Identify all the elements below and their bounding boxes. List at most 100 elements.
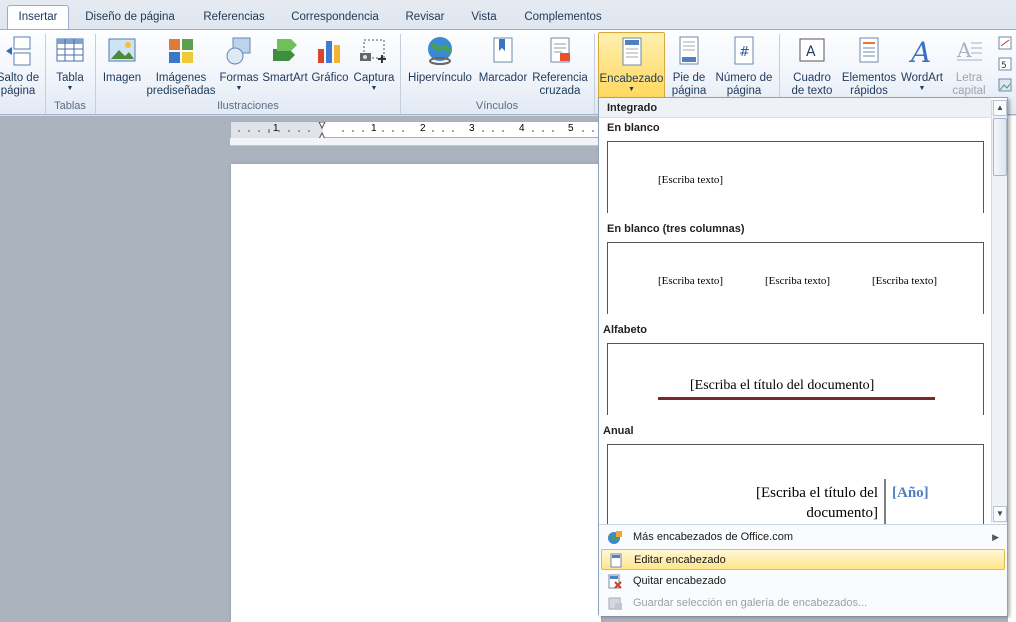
- scroll-down-arrow-icon[interactable]: ▼: [993, 506, 1007, 522]
- header-option-anual[interactable]: [Escriba el título del documento] [Año]: [607, 444, 984, 524]
- gallery-section-title: Anual: [603, 425, 634, 437]
- picture-icon: [106, 35, 138, 67]
- shapes-icon: [223, 35, 255, 67]
- grafico-label: Gráfico: [311, 72, 349, 84]
- referencia-label: Referencia cruzada: [532, 72, 588, 97]
- salto-de-pagina-button[interactable]: Salto de página: [0, 32, 42, 102]
- tab-complementos[interactable]: Complementos: [518, 6, 608, 29]
- marcador-label: Marcador: [478, 72, 528, 84]
- header-option-en-blanco[interactable]: [Escriba texto]: [607, 141, 984, 213]
- wordart-icon: A: [906, 35, 938, 69]
- imagenes-prediseñadas-button[interactable]: Imágenes prediseñadas: [146, 32, 216, 102]
- edit-header-icon: [608, 553, 624, 568]
- save-to-gallery-icon: [607, 596, 623, 611]
- svg-text:A: A: [806, 44, 816, 60]
- horizontal-ruler[interactable]: 1 1 2 3 4 5: [230, 121, 600, 139]
- gallery-section-title: En blanco (tres columnas): [607, 223, 745, 235]
- hipervinculo-button[interactable]: Hipervínculo: [406, 32, 474, 102]
- letra-capital-button[interactable]: A Letra capital: [946, 32, 992, 102]
- pie-de-pagina-button[interactable]: Pie de página: [667, 32, 711, 102]
- captura-button[interactable]: Captura ▼: [351, 32, 397, 102]
- group-separator: [400, 34, 401, 114]
- group-separator: [594, 34, 595, 114]
- wordart-button[interactable]: A WordArt ▼: [898, 32, 946, 102]
- cross-reference-icon: [544, 35, 576, 67]
- page-number-icon: #: [728, 35, 760, 67]
- group-label-tablas: Tablas: [54, 100, 86, 112]
- gallery-section-title: En blanco: [607, 122, 660, 134]
- page-right-edge: [1008, 116, 1016, 622]
- header-commands-menu: Más encabezados de Office.com ▶ Editar e…: [599, 524, 1007, 616]
- tab-diseno-pagina[interactable]: Diseño de página: [78, 6, 182, 29]
- anual-divider: [884, 479, 886, 524]
- scroll-thumb[interactable]: [993, 118, 1007, 176]
- salto-label: Salto de página: [0, 72, 40, 97]
- menu-item-mas-encabezados[interactable]: Más encabezados de Office.com ▶: [601, 527, 1005, 548]
- menu-item-quitar-encabezado[interactable]: Quitar encabezado: [601, 571, 1005, 592]
- placeholder-text: [Escriba texto]: [658, 174, 724, 186]
- cuadro-de-texto-button[interactable]: A Cuadro de texto: [784, 32, 840, 102]
- ruler-number: 4: [519, 123, 525, 134]
- captura-label: Captura: [353, 72, 395, 84]
- svg-text:A: A: [908, 36, 931, 67]
- small-insert-buttons: 5: [996, 34, 1014, 96]
- placeholder-title: [Escriba el título del documento]: [690, 378, 875, 393]
- signature-date-object-icons[interactable]: 5: [996, 34, 1014, 96]
- svg-text:5: 5: [1001, 61, 1007, 71]
- cuadro-label: Cuadro de texto: [791, 72, 833, 97]
- smartart-button[interactable]: SmartArt: [261, 32, 309, 102]
- encabezado-button[interactable]: Encabezado ▼: [598, 32, 665, 100]
- gallery-scrollbar[interactable]: ▲ ▼: [991, 100, 1007, 523]
- tab-correspondencia[interactable]: Correspondencia: [286, 6, 384, 29]
- ruler-ticks: [231, 122, 594, 139]
- submenu-arrow-icon: ▶: [992, 532, 999, 542]
- clip-art-icon: [165, 35, 197, 67]
- svg-text:A: A: [956, 38, 972, 62]
- referencia-cruzada-button[interactable]: Referencia cruzada: [530, 32, 590, 102]
- drop-cap-icon: A: [953, 35, 985, 67]
- placeholder-text: [Escriba texto]: [872, 275, 938, 287]
- imagen-label: Imagen: [102, 72, 142, 84]
- numero-de-pagina-button[interactable]: # Número de página: [713, 32, 775, 102]
- menu-item-editar-encabezado[interactable]: Editar encabezado: [601, 549, 1005, 570]
- menu-label: Editar encabezado: [634, 554, 726, 566]
- tab-referencias[interactable]: Referencias: [196, 6, 272, 29]
- header-icon: [616, 36, 648, 68]
- quick-parts-icon: [853, 35, 885, 67]
- ruler-number: 5: [568, 123, 574, 134]
- header-option-alfabeto[interactable]: [Escriba el título del documento]: [607, 343, 984, 415]
- dropdown-arrow-icon: ▼: [66, 85, 74, 92]
- office-online-icon: [607, 530, 623, 545]
- group-separator: [45, 34, 46, 114]
- document-page[interactable]: [231, 164, 601, 622]
- imagen-button[interactable]: Imagen: [99, 32, 145, 102]
- tabla-button[interactable]: Tabla ▼: [50, 32, 90, 102]
- marcador-button[interactable]: Marcador: [477, 32, 529, 102]
- tab-insertar[interactable]: Insertar: [7, 5, 69, 30]
- placeholder-year: [Año]: [892, 485, 929, 501]
- header-option-tres-columnas[interactable]: [Escriba texto] [Escriba texto] [Escriba…: [607, 242, 984, 314]
- header-gallery-dropdown: Integrado En blanco [Escriba texto] En b…: [598, 97, 1008, 616]
- menu-item-guardar-seleccion[interactable]: Guardar selección en galería de encabeza…: [601, 593, 1005, 614]
- smartart-icon: [269, 35, 301, 67]
- grafico-button[interactable]: Gráfico: [310, 32, 350, 102]
- tab-vista[interactable]: Vista: [464, 6, 504, 29]
- ruler-number: 1: [273, 123, 279, 134]
- dropdown-arrow-icon: ▼: [918, 85, 926, 92]
- menu-label: Guardar selección en galería de encabeza…: [633, 597, 868, 609]
- pie-label: Pie de página: [671, 72, 707, 97]
- scroll-up-arrow-icon[interactable]: ▲: [993, 100, 1007, 116]
- ribbon-tab-bar: Insertar Diseño de página Referencias Co…: [0, 0, 1016, 30]
- formas-button[interactable]: Formas ▼: [218, 32, 260, 102]
- table-icon: [54, 35, 86, 67]
- formas-label: Formas: [219, 72, 259, 84]
- group-label-ilustraciones: Ilustraciones: [217, 100, 279, 112]
- svg-text:#: #: [739, 45, 750, 60]
- gallery-category-bar: Integrado: [599, 98, 991, 118]
- elementos-rapidos-button[interactable]: Elementos rápidos: [840, 32, 898, 102]
- tab-revisar[interactable]: Revisar: [400, 6, 450, 29]
- letra-label: Letra capital: [952, 72, 986, 97]
- menu-label: Más encabezados de Office.com: [633, 531, 793, 543]
- menu-label: Quitar encabezado: [633, 575, 726, 587]
- ruler-strip: [230, 138, 600, 146]
